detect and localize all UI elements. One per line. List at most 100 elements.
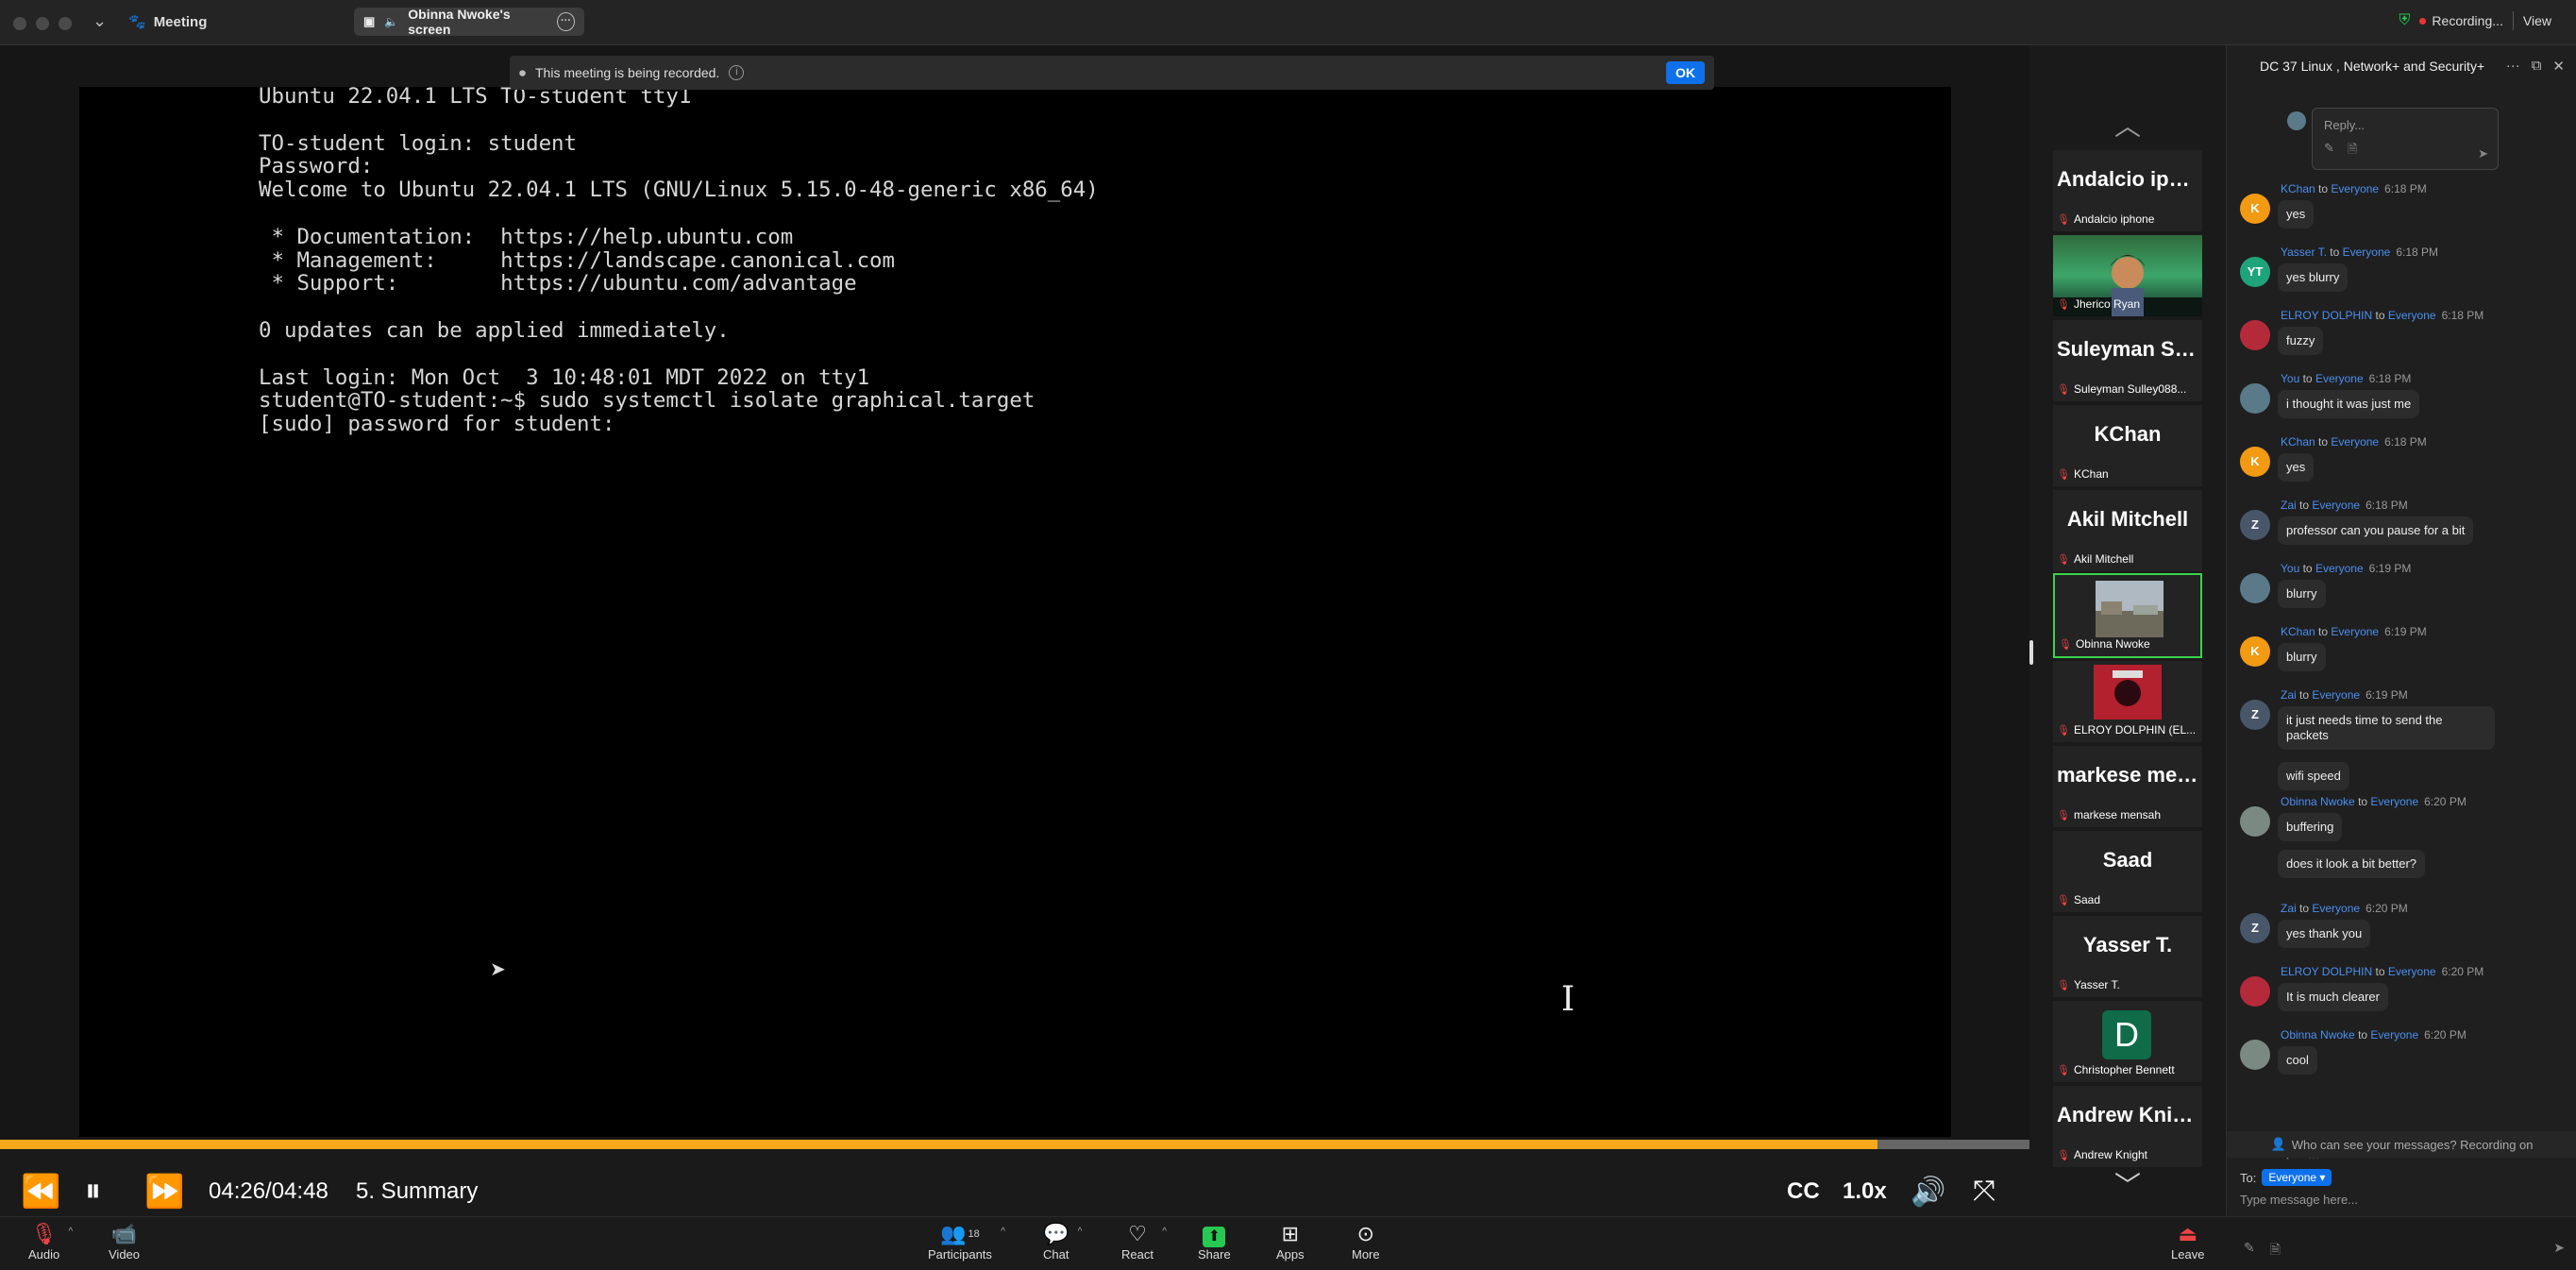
chevron-up-icon[interactable]: ^ xyxy=(1001,1227,1005,1237)
chat-button[interactable]: 💬 Chat ^ xyxy=(1043,1221,1082,1262)
sender-name[interactable]: You xyxy=(2281,372,2299,385)
avatar xyxy=(2240,806,2270,837)
participant-tile[interactable]: 🎙 ELROY DOLPHIN (EL... xyxy=(2053,661,2202,742)
sender-name[interactable]: Yasser T. xyxy=(2281,246,2327,259)
participant-tile[interactable]: Andrew Knight 🎙 Andrew Knight xyxy=(2053,1086,2202,1167)
pause-icon[interactable]: ⏸ xyxy=(85,1173,101,1210)
pop-out-icon[interactable]: ⧉ xyxy=(2532,58,2542,75)
send-icon[interactable]: ➤ xyxy=(2478,146,2488,161)
participant-tile-active-speaker[interactable]: 🎙 Obinna Nwoke xyxy=(2053,573,2202,658)
mic-off-icon: 🎙 xyxy=(2057,894,2070,906)
record-dot-icon xyxy=(2419,17,2427,25)
window-zoom-button[interactable] xyxy=(59,17,72,30)
participant-avatar-image xyxy=(2094,665,2162,720)
participant-name: Andalcio iphone xyxy=(2073,212,2155,226)
video-off-icon: 📹 xyxy=(110,1222,138,1245)
chevron-up-icon[interactable]: ^ xyxy=(1078,1227,1083,1237)
paw-icon: 🐾 xyxy=(128,14,146,30)
recipient-name: Everyone xyxy=(2370,1028,2419,1041)
shared-screen[interactable]: Ubuntu 22.04.1 LTS TO-student tty1 TO-st… xyxy=(0,45,2029,1141)
participants-icon: 👥 18 xyxy=(940,1222,980,1245)
participant-tile[interactable]: Andalcio ipho... 🎙 Andalcio iphone xyxy=(2053,150,2202,231)
participant-tile[interactable]: 🎙 Jherico Ryan xyxy=(2053,235,2202,316)
participant-name: Andrew Knight xyxy=(2073,1148,2148,1161)
video-button[interactable]: 📹 Video xyxy=(109,1221,140,1262)
leave-button[interactable]: ⏏ Leave xyxy=(2171,1221,2204,1262)
info-icon[interactable]: i xyxy=(729,65,745,80)
screen-share-pill[interactable]: ▣ 🔈 Obinna Nwoke's screen ··· xyxy=(354,7,584,37)
more-button[interactable]: ⊙ More xyxy=(1352,1221,1380,1262)
window-minimize-button[interactable] xyxy=(36,17,49,30)
reply-box[interactable]: Reply... ✎ 🗎 ➤ xyxy=(2312,108,2499,170)
recipient-name: Everyone xyxy=(2387,965,2436,978)
message-meta: Zai to Everyone 6:18 PM xyxy=(2281,499,2408,512)
heart-icon: ♡ xyxy=(1128,1222,1147,1245)
playback-time: 04:26/04:48 xyxy=(209,1178,328,1204)
volume-icon[interactable]: 🔊 xyxy=(1911,1176,1945,1209)
send-icon[interactable]: ➤ xyxy=(2553,1240,2565,1256)
format-icon[interactable]: ✎ xyxy=(2244,1240,2255,1262)
recording-indicator[interactable]: Recording... xyxy=(2419,13,2503,28)
sender-name[interactable]: You xyxy=(2281,562,2299,575)
sender-name[interactable]: ELROY DOLPHIN xyxy=(2281,309,2372,322)
participant-tile[interactable]: D 🎙 Christopher Bennett xyxy=(2053,1001,2202,1082)
close-icon[interactable]: ✕ xyxy=(2552,58,2565,75)
playback-speed-button[interactable]: 1.0x xyxy=(1843,1178,1887,1205)
chat-message-input[interactable] xyxy=(2240,1188,2561,1211)
file-icon[interactable]: 🗎 xyxy=(2348,141,2357,161)
closed-captions-button[interactable]: CC xyxy=(1787,1178,1820,1205)
message-time: 6:20 PM xyxy=(2424,1028,2467,1041)
recipient-dropdown[interactable]: Everyone ▾ xyxy=(2262,1169,2332,1186)
rewind-icon[interactable]: ⏪ xyxy=(21,1173,60,1211)
meeting-menu[interactable]: 🐾 Meeting xyxy=(128,13,207,31)
sender-name[interactable]: ELROY DOLPHIN xyxy=(2281,965,2372,978)
share-button[interactable]: ⬆ Share xyxy=(1198,1221,1231,1262)
sender-name[interactable]: Zai xyxy=(2281,688,2297,702)
more-options-icon[interactable]: ··· xyxy=(557,12,575,31)
fast-forward-icon[interactable]: ⏩ xyxy=(144,1173,184,1211)
mic-off-icon: 🎙 xyxy=(2057,383,2070,396)
playback-progress-bar[interactable] xyxy=(0,1140,2029,1149)
mic-off-icon: 🎙 xyxy=(2057,1064,2070,1076)
panel-resize-handle[interactable] xyxy=(2029,640,2033,665)
chevron-up-icon[interactable]: ^ xyxy=(69,1227,74,1237)
fullscreen-exit-icon[interactable]: ⤧ xyxy=(1973,1176,1995,1208)
ellipsis-icon: ⊙ xyxy=(1356,1222,1375,1245)
participants-button[interactable]: 👥 18 Participants ^ xyxy=(928,1221,1005,1262)
participant-name: Suleyman Sulley088... xyxy=(2073,382,2187,396)
participant-tile[interactable]: markese men... 🎙 markese mensah xyxy=(2053,746,2202,827)
avatar xyxy=(2240,383,2270,414)
terminal-screen[interactable]: Ubuntu 22.04.1 LTS TO-student tty1 TO-st… xyxy=(79,87,1951,1137)
chevron-down-icon[interactable]: ⌄ xyxy=(93,11,107,31)
to-word: to xyxy=(2302,372,2313,385)
sender-name[interactable]: Zai xyxy=(2281,499,2297,512)
chevron-up-icon[interactable]: ︿ xyxy=(2114,106,2141,144)
react-button[interactable]: ♡ React ^ xyxy=(1121,1221,1167,1262)
window-close-button[interactable] xyxy=(13,17,26,30)
sender-name[interactable]: KChan xyxy=(2281,435,2315,449)
participant-tile[interactable]: Yasser T. 🎙 Yasser T. xyxy=(2053,916,2202,997)
file-icon[interactable]: 🗎 xyxy=(2270,1240,2281,1262)
participant-tile[interactable]: Suleyman Sul... 🎙 Suleyman Sulley088... xyxy=(2053,320,2202,401)
message-time: 6:18 PM xyxy=(2384,182,2427,195)
participant-tile[interactable]: Saad 🎙 Saad xyxy=(2053,831,2202,912)
participant-tile[interactable]: KChan 🎙 KChan xyxy=(2053,405,2202,486)
more-options-icon[interactable]: ··· xyxy=(2506,58,2520,75)
ok-button[interactable]: OK xyxy=(1666,61,1705,84)
participant-tile[interactable]: Akil Mitchell 🎙 Akil Mitchell xyxy=(2053,490,2202,571)
apps-button[interactable]: ⊞ Apps xyxy=(1276,1221,1305,1262)
playback-progress-fill xyxy=(0,1140,1877,1149)
privacy-notice[interactable]: 👤 Who can see your messages? Recording o… xyxy=(2227,1131,2576,1158)
format-icon[interactable]: ✎ xyxy=(2324,141,2334,161)
view-button[interactable]: View xyxy=(2512,11,2561,30)
sender-name[interactable]: Obinna Nwoke xyxy=(2281,795,2355,808)
sender-name[interactable]: KChan xyxy=(2281,182,2315,195)
audio-button[interactable]: 🎙 Audio ^ xyxy=(28,1221,73,1262)
input-toolbar: ✎ 🗎 xyxy=(2244,1240,2281,1262)
sender-name[interactable]: Zai xyxy=(2281,902,2297,915)
sender-name[interactable]: KChan xyxy=(2281,625,2315,638)
chevron-up-icon[interactable]: ^ xyxy=(1162,1227,1167,1237)
sender-name[interactable]: Obinna Nwoke xyxy=(2281,1028,2355,1041)
participant-initial-avatar: D xyxy=(2102,1010,2151,1059)
chevron-down-icon[interactable]: ﹀ xyxy=(2114,1165,2141,1203)
